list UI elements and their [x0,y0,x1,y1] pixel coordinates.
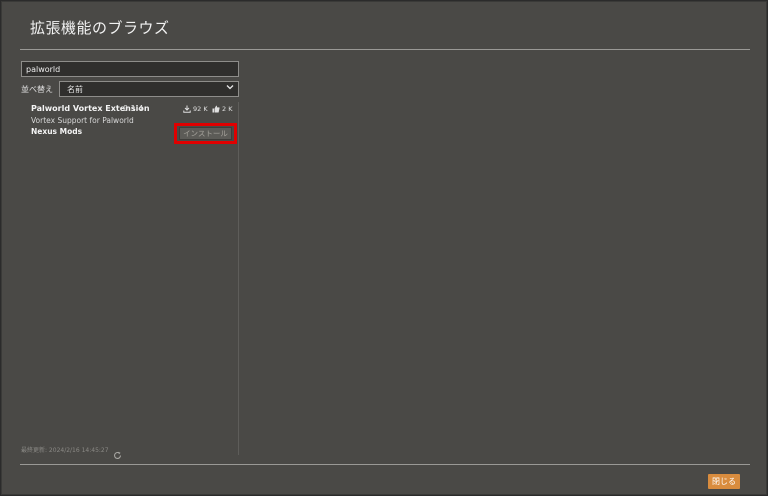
extension-author: Nexus Mods [31,127,83,136]
install-button[interactable]: インストール [179,127,232,140]
extension-browser-dialog: 拡張機能のブラウズ 並べ替え 名前 Palworld Vortex Extens… [1,1,767,495]
refresh-icon[interactable] [113,445,122,464]
download-count: 92 K [183,105,208,113]
sort-selected-value: 名前 [67,85,83,94]
footer-divider [20,464,750,465]
chevron-down-icon [226,83,234,94]
dialog-title: 拡張機能のブラウズ [30,19,170,37]
close-button[interactable]: 閉じる [708,474,740,489]
search-input[interactable] [21,61,239,77]
endorsement-count: 2 K [212,105,232,113]
panel-divider [238,102,239,455]
endorsement-count-value: 2 K [222,105,233,113]
extension-description: Vortex Support for Palworld [31,116,134,125]
last-updated-text: 最終更新: 2024/2/16 14:45:27 [21,447,109,454]
header-divider [20,49,750,50]
download-count-value: 92 K [193,105,208,113]
thumbs-up-icon [212,105,220,113]
install-highlight-box: インストール [174,123,237,144]
download-icon [183,105,191,113]
sort-select[interactable]: 名前 [59,81,239,97]
extension-version: 0.1.4 [123,104,144,113]
sort-label: 並べ替え [21,85,53,94]
